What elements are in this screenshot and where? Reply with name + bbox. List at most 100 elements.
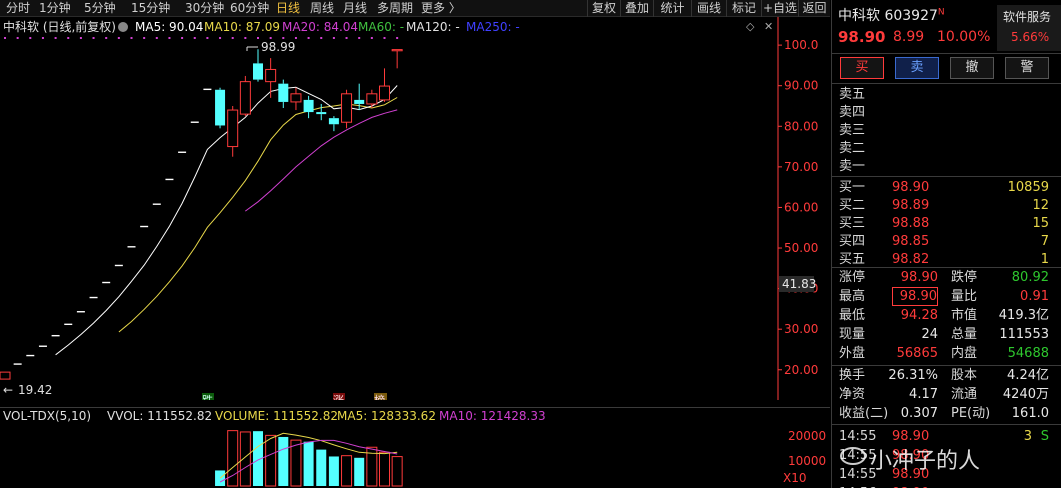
ma5-line (55, 85, 398, 356)
stats-row: 收益(二) 0.307 PE(动) 161.0 (832, 404, 1061, 423)
stat-label: 换手 (839, 368, 866, 383)
dot-marker (219, 37, 222, 39)
vol-tick-20000: 20000 (788, 429, 826, 443)
buy-level-row[interactable]: 买三 98.88 15 (832, 214, 1061, 233)
buy-level-price: 98.89 (892, 198, 930, 213)
buy-level-label: 买三 (839, 216, 866, 231)
stock-title: 中科软 603927N (838, 5, 945, 25)
sell-level-label: 卖五 (839, 87, 866, 102)
candle (366, 89, 378, 109)
volume-chart[interactable]: 20000 10000 X10 (0, 424, 830, 488)
price-tick-label: 20.00 (784, 363, 818, 377)
candlestick-chart[interactable]: 100.090.0080.0070.0060.0050.0040.0030.00… (0, 0, 830, 400)
buy-level-qty: 12 (1032, 198, 1049, 213)
stat-label: 总量 (951, 327, 978, 342)
stats-row: 最低 94.28 市值 419.3亿 (832, 306, 1061, 325)
candles (0, 49, 403, 380)
sell-level-label: 卖四 (839, 105, 866, 120)
svg-text:←: ← (3, 383, 13, 397)
dot-marker (4, 37, 6, 39)
cursor-price-label: 41.83 (782, 277, 816, 291)
dot-marker (181, 37, 184, 39)
dot-marker (67, 37, 70, 39)
stat-label: 外盘 (839, 346, 866, 361)
tag-rise[interactable]: 涨 (333, 394, 344, 400)
price-tick-label: 100.0 (784, 38, 818, 52)
dot-marker (41, 37, 44, 39)
dot-marker (143, 37, 146, 39)
low-annotation: ← 19.42 (3, 383, 52, 397)
dot-marker (231, 37, 234, 39)
buy-level-row[interactable]: 买二 98.89 12 (832, 196, 1061, 215)
stat-label: 收益(二) (839, 406, 889, 421)
cancel-order-button[interactable]: 撤 (950, 57, 994, 79)
candle (215, 87, 226, 129)
low-price-label: 19.42 (18, 383, 52, 397)
separator (832, 424, 1061, 425)
buy-level-qty: 10859 (1007, 180, 1049, 195)
stat-value: 161.0 (1011, 406, 1049, 421)
sell-level-label: 卖一 (839, 159, 866, 174)
buy-level-row[interactable]: 买四 98.85 7 (832, 232, 1061, 251)
dot-marker (168, 37, 171, 39)
volume-indicator-name[interactable]: VOL-TDX(5,10) (3, 408, 91, 424)
buy-level-label: 买二 (839, 198, 866, 213)
dot-marker (92, 37, 95, 39)
dot-marker (358, 37, 361, 39)
dot-marker (294, 37, 297, 39)
stat-value: 4240万 (1002, 387, 1049, 402)
stat-value: 0.91 (1020, 289, 1049, 304)
price-tick-label: 50.00 (784, 241, 818, 255)
code-tag: N (937, 7, 945, 18)
volume-bar (328, 456, 339, 486)
buy-level-label: 买四 (839, 234, 866, 249)
vol-tick-10000: 10000 (788, 454, 826, 468)
candle (379, 68, 390, 102)
stat-label: 最高 (839, 289, 866, 304)
candle (253, 49, 263, 82)
dot-marker (206, 37, 209, 39)
sell-level-row: 卖二 (832, 139, 1061, 158)
candle (239, 75, 251, 117)
price-axis-ticks: 100.090.0080.0070.0060.0050.0040.0030.00… (778, 38, 818, 377)
candle (391, 49, 403, 69)
tick-time: 14:56 (839, 484, 876, 488)
volume-bar (316, 449, 327, 486)
stat-value: 80.92 (1011, 270, 1049, 285)
buy-button[interactable]: 买 (840, 57, 884, 79)
vol-ma10-value: MA10: 121428.33 (439, 409, 546, 423)
buy-level-price: 98.85 (892, 234, 930, 249)
stat-label: 量比 (951, 289, 978, 304)
alert-button[interactable]: 警 (1005, 57, 1049, 79)
tag-fall[interactable]: 跌 (202, 393, 213, 400)
volume-bar (341, 455, 353, 487)
price-tick-label: 70.00 (784, 160, 818, 174)
dot-marker (257, 37, 259, 39)
candle (227, 105, 239, 157)
sell-button[interactable]: 卖 (895, 57, 939, 79)
buy-level-row[interactable]: 买一 98.90 10859 (832, 178, 1061, 197)
price-tick-label: 60.00 (784, 200, 818, 214)
volume-bar (303, 441, 314, 486)
sector-box[interactable]: 软件服务 5.66% (997, 5, 1061, 51)
candle (0, 371, 11, 380)
stat-value: 98.90 (900, 270, 938, 285)
sell-level-row: 卖三 (832, 121, 1061, 140)
tag-rank[interactable]: 榜 (374, 393, 385, 400)
vvol-value: VVOL: 111552.82 (107, 409, 213, 423)
volume-bar (278, 436, 289, 486)
buy-level-qty: 7 (1040, 234, 1049, 249)
stat-value: 54688 (1007, 346, 1049, 361)
stats-row: 最高 98.90 量比 0.91 (832, 287, 1061, 306)
sell-level-label: 卖二 (839, 141, 866, 156)
candle (328, 116, 339, 132)
volume-bar (215, 470, 226, 486)
stat-label: 股本 (951, 368, 978, 383)
tick-price: 98.90 (892, 484, 938, 488)
grid-dots (4, 37, 399, 39)
tick-qty: 3 (1023, 429, 1032, 444)
ma10-line (118, 97, 398, 333)
stats-row: 外盘 56865 内盘 54688 (832, 344, 1061, 363)
sell-level-row: 卖一 (832, 157, 1061, 176)
dot-marker (117, 37, 120, 39)
